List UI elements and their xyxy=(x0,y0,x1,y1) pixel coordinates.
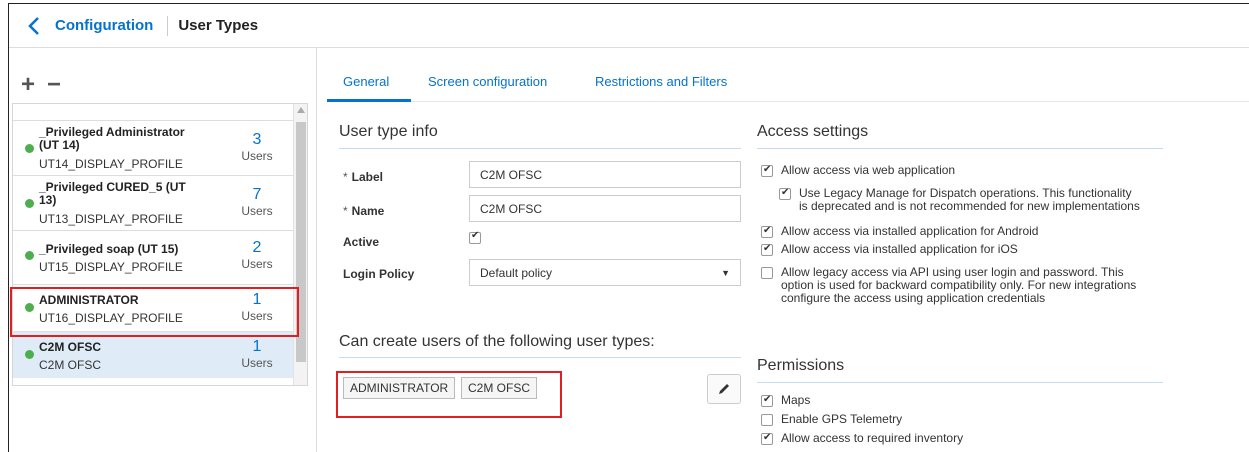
access-option-label: Allow access via installed application f… xyxy=(781,224,1039,238)
user-type-name-cont: (UT 14) xyxy=(39,138,80,152)
remove-button[interactable]: − xyxy=(47,73,61,97)
active-label: Active xyxy=(343,235,380,249)
highlight-box-chips xyxy=(336,371,562,418)
checkbox[interactable] xyxy=(779,186,791,200)
user-count-unit: Users xyxy=(241,356,273,370)
tab-bar: General Screen configuration Restriction… xyxy=(327,66,1249,102)
required-marker: * xyxy=(343,204,348,218)
checkbox[interactable] xyxy=(761,242,773,256)
permission-option[interactable]: Allow access to required inventory xyxy=(761,431,964,445)
user-count-unit: Users xyxy=(241,149,273,163)
app-frame: Configuration User Types + − _Privileged… xyxy=(8,3,1249,452)
access-option-label: Allow legacy access via API using user l… xyxy=(781,266,1136,305)
user-count-unit: Users xyxy=(241,204,273,218)
name-field-label: * Name xyxy=(343,204,384,218)
highlight-box-administrator xyxy=(10,287,299,337)
checkbox[interactable] xyxy=(761,393,773,407)
user-types-list: _Privileged Administrator (UT 14) UT14_D… xyxy=(12,103,308,386)
login-policy-label: Login Policy xyxy=(343,267,415,281)
user-type-profile: UT13_DISPLAY_PROFILE xyxy=(39,212,183,226)
access-option-label: Allow access via web application xyxy=(781,163,956,177)
permission-option[interactable]: Maps xyxy=(761,393,811,407)
access-option-line: configure the access using application c… xyxy=(781,291,1046,305)
pencil-icon xyxy=(719,384,729,394)
checkbox[interactable] xyxy=(761,224,773,238)
user-type-name: C2M OFSC xyxy=(39,340,102,354)
active-checkbox[interactable] xyxy=(469,230,481,244)
checkbox[interactable] xyxy=(761,163,773,177)
label-field-label: * Label xyxy=(343,170,383,184)
back-button[interactable] xyxy=(27,16,41,36)
tab-general[interactable]: General xyxy=(343,74,389,89)
section-divider xyxy=(757,382,1163,383)
name-field-text: Name xyxy=(351,204,385,218)
permission-label: Enable GPS Telemetry xyxy=(781,412,903,426)
checkbox[interactable] xyxy=(761,431,773,445)
breadcrumb-configuration[interactable]: Configuration xyxy=(55,17,153,34)
list-item[interactable]: _Privileged soap (UT 15) UT15_DISPLAY_PR… xyxy=(13,230,294,284)
dropdown-caret-icon: ▼ xyxy=(721,267,730,278)
user-count: 2 xyxy=(252,239,262,256)
page-title: User Types xyxy=(178,17,259,34)
user-type-name: _Privileged soap (UT 15) xyxy=(39,242,179,256)
general-tab-content: User type info *Label *Name Active Login… xyxy=(327,103,1249,452)
page-header: Configuration User Types xyxy=(9,4,1249,48)
user-count: 3 xyxy=(252,131,262,148)
status-dot xyxy=(25,251,34,260)
section-divider xyxy=(339,357,741,358)
user-count: 7 xyxy=(252,186,262,203)
tab-restrictions-filters[interactable]: Restrictions and Filters xyxy=(595,74,727,89)
user-type-name: _Privileged CURED_5 (UT xyxy=(39,180,186,194)
user-types-panel: + − _Privileged Administrator (UT 14) UT… xyxy=(9,48,317,452)
name-input[interactable] xyxy=(469,195,741,222)
list-scrollbar[interactable] xyxy=(293,104,307,385)
section-divider xyxy=(339,148,741,149)
user-count-unit: Users xyxy=(241,257,273,271)
list-item-selected[interactable]: C2M OFSC C2M OFSC 1 Users xyxy=(13,331,294,378)
scroll-up-arrow-icon[interactable] xyxy=(297,107,305,113)
access-option[interactable]: Allow legacy access via API using user l… xyxy=(761,266,1136,305)
required-marker: * xyxy=(343,170,348,184)
access-option[interactable]: Allow access via web application xyxy=(761,163,956,177)
user-type-name-cont: 13) xyxy=(39,193,57,207)
checkbox[interactable] xyxy=(761,267,773,279)
access-option[interactable]: Allow access via installed application f… xyxy=(761,242,1018,256)
section-title-can-create: Can create users of the following user t… xyxy=(339,333,655,350)
list-item[interactable]: _Privileged Administrator (UT 14) UT14_D… xyxy=(13,120,294,175)
user-type-profile: UT14_DISPLAY_PROFILE xyxy=(39,157,183,171)
section-divider xyxy=(757,148,1163,149)
access-option-label: Allow access via installed application f… xyxy=(781,242,1018,256)
permission-label: Maps xyxy=(781,393,811,407)
label-field-text: Label xyxy=(351,170,384,184)
permission-label: Allow access to required inventory xyxy=(781,431,964,445)
section-title-access-settings: Access settings xyxy=(757,123,869,140)
checkbox[interactable] xyxy=(761,414,773,426)
tab-screen-configuration[interactable]: Screen configuration xyxy=(428,74,547,89)
chevron-left-icon xyxy=(28,16,39,35)
status-dot xyxy=(25,144,34,153)
login-policy-select[interactable]: Default policy ▼ xyxy=(469,259,741,286)
access-option-label: Use Legacy Manage for Dispatch operation… xyxy=(799,187,1140,213)
access-option-line: is deprecated and is not recommended for… xyxy=(799,199,1140,213)
label-input[interactable] xyxy=(469,161,741,188)
active-tab-indicator xyxy=(327,99,411,102)
list-item[interactable]: _Privileged CURED_5 (UT 13) UT13_DISPLAY… xyxy=(13,175,294,230)
user-count: 1 xyxy=(252,338,262,355)
permission-option[interactable]: Enable GPS Telemetry xyxy=(761,413,902,426)
access-option[interactable]: Use Legacy Manage for Dispatch operation… xyxy=(779,186,1140,213)
status-dot xyxy=(25,199,34,208)
list-toolbar: + − xyxy=(21,73,61,97)
status-dot xyxy=(25,350,34,359)
edit-user-types-button[interactable] xyxy=(707,374,741,404)
add-button[interactable]: + xyxy=(21,73,35,97)
user-type-profile: UT15_DISPLAY_PROFILE xyxy=(39,260,183,274)
section-title-user-type-info: User type info xyxy=(339,123,438,140)
user-type-profile: C2M OFSC xyxy=(39,358,102,372)
login-policy-value: Default policy xyxy=(480,265,553,280)
header-divider xyxy=(167,15,169,36)
access-option[interactable]: Allow access via installed application f… xyxy=(761,224,1039,238)
section-title-permissions: Permissions xyxy=(757,357,845,374)
